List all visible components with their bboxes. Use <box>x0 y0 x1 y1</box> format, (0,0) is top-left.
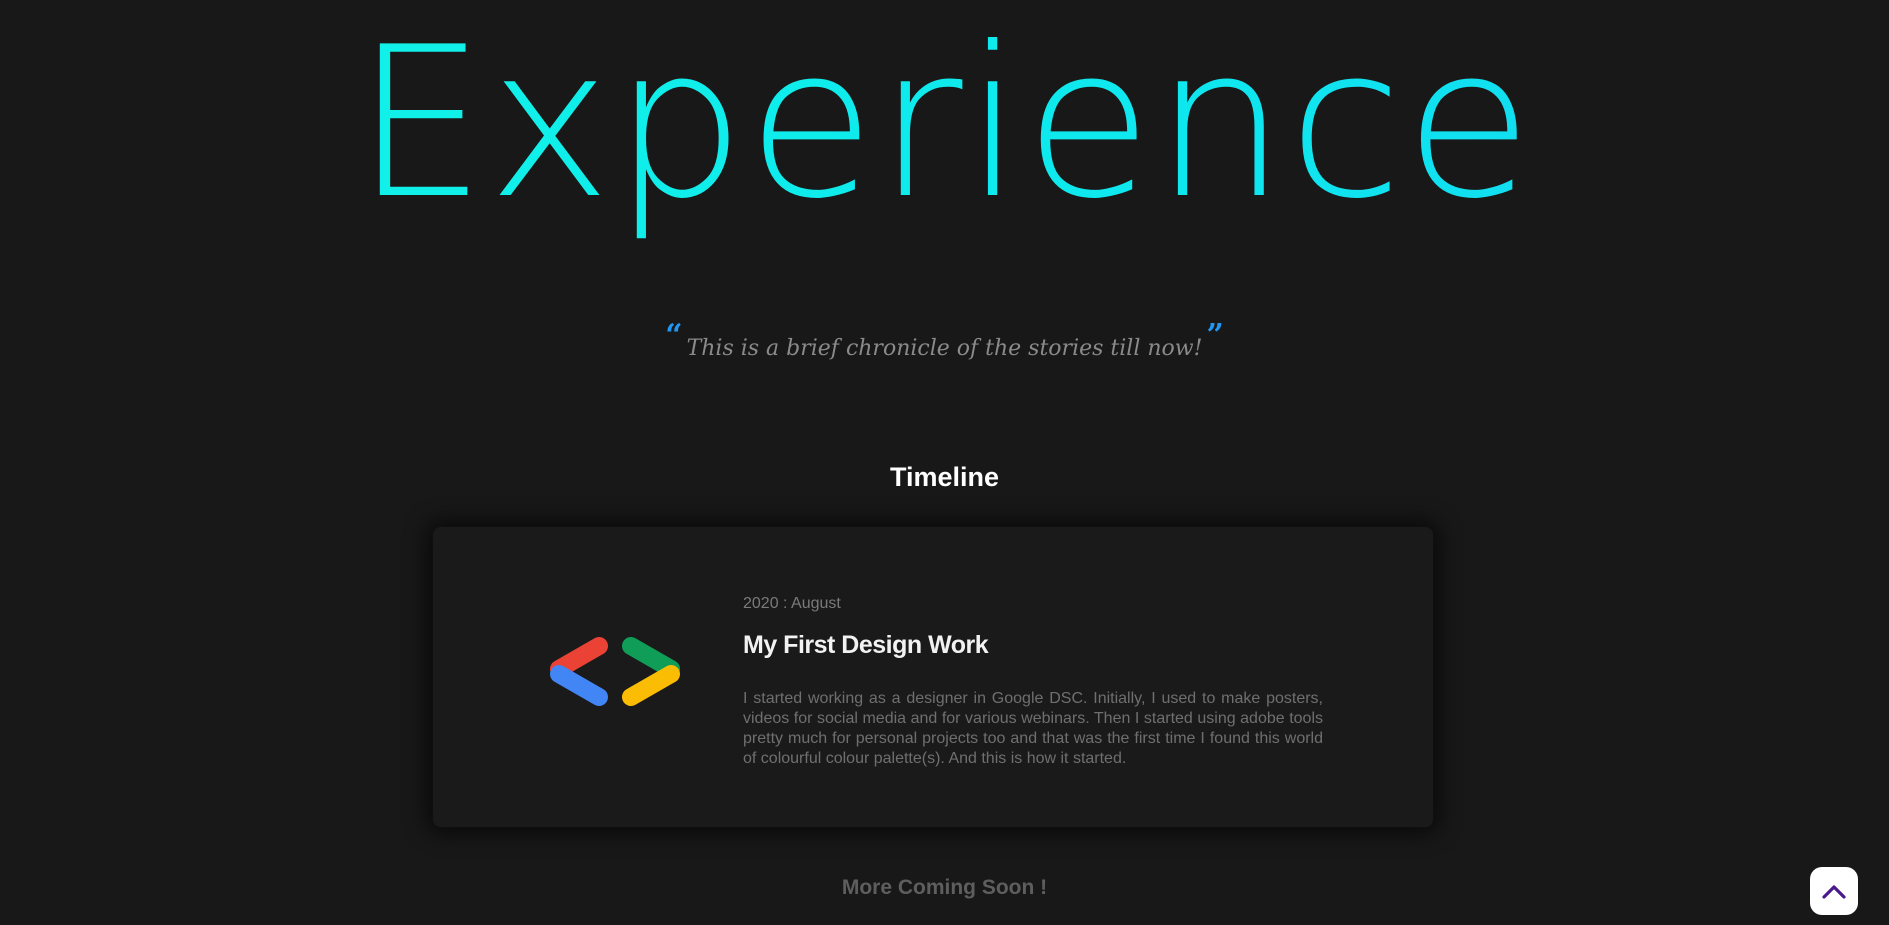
google-developers-brackets-icon <box>550 637 680 706</box>
close-quote-icon: ” <box>1206 318 1224 353</box>
scroll-to-top-button[interactable] <box>1810 867 1858 915</box>
timeline-card: 2020 : August My First Design Work I sta… <box>433 527 1433 827</box>
timeline-heading: Timeline <box>889 462 1000 492</box>
entry-description: I started working as a designer in Googl… <box>743 690 1323 767</box>
tagline-quote: “This is a brief chronicle of the storie… <box>0 318 1889 361</box>
more-coming-soon-text: More Coming Soon ! <box>841 876 1048 899</box>
entry-date: 2020 : August <box>743 595 841 612</box>
entry-title: My First Design Work <box>743 631 989 659</box>
page-title: Experience <box>0 4 1889 244</box>
open-quote-icon: “ <box>665 318 683 353</box>
chevron-up-icon <box>1822 885 1846 899</box>
tagline-text: This is a brief chronicle of the stories… <box>686 336 1203 361</box>
experience-page: Experience “This is a brief chronicle of… <box>0 0 1889 925</box>
